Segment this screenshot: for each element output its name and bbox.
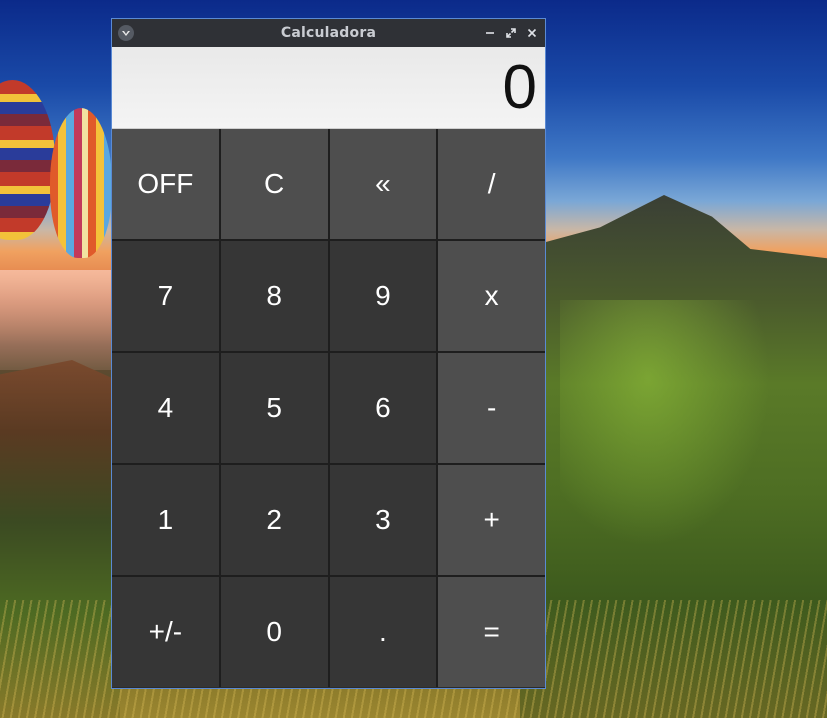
keypad: OFF C « / 7 8 9 x 4 5 6 - 1 2 3 + +/- 0 …: [112, 129, 545, 687]
digit-2-button[interactable]: 2: [220, 465, 328, 575]
divide-button[interactable]: /: [438, 129, 545, 239]
add-button[interactable]: +: [438, 465, 545, 575]
minimize-icon[interactable]: [482, 25, 497, 40]
wallpaper-balloon: [0, 80, 55, 240]
digit-7-button[interactable]: 7: [112, 241, 219, 351]
calculator-window: Calculadora 0 OFF C « / 7 8 9 x 4 5 6 - …: [111, 18, 546, 689]
window-title: Calculadora: [280, 25, 377, 41]
close-icon[interactable]: [524, 25, 539, 40]
negate-button[interactable]: +/-: [112, 577, 219, 687]
window-controls: [482, 25, 539, 40]
digit-9-button[interactable]: 9: [329, 241, 437, 351]
digit-1-button[interactable]: 1: [112, 465, 219, 575]
display-value: 0: [502, 53, 537, 122]
digit-0-button[interactable]: 0: [220, 577, 328, 687]
equals-button[interactable]: =: [438, 577, 545, 687]
digit-6-button[interactable]: 6: [329, 353, 437, 463]
digit-4-button[interactable]: 4: [112, 353, 219, 463]
wallpaper-haze: [0, 270, 120, 370]
multiply-button[interactable]: x: [438, 241, 545, 351]
wallpaper-sunlit-slope: [560, 300, 780, 560]
off-button[interactable]: OFF: [112, 129, 219, 239]
decimal-point-button[interactable]: .: [329, 577, 437, 687]
maximize-icon[interactable]: [503, 25, 518, 40]
backspace-button[interactable]: «: [329, 129, 437, 239]
clear-button[interactable]: C: [220, 129, 328, 239]
calculator-display: 0: [112, 47, 545, 129]
wallpaper-balloon: [50, 108, 112, 258]
digit-3-button[interactable]: 3: [329, 465, 437, 575]
digit-8-button[interactable]: 8: [220, 241, 328, 351]
digit-5-button[interactable]: 5: [220, 353, 328, 463]
calculator-app-icon[interactable]: [118, 25, 134, 41]
subtract-button[interactable]: -: [438, 353, 545, 463]
window-titlebar[interactable]: Calculadora: [112, 19, 545, 47]
